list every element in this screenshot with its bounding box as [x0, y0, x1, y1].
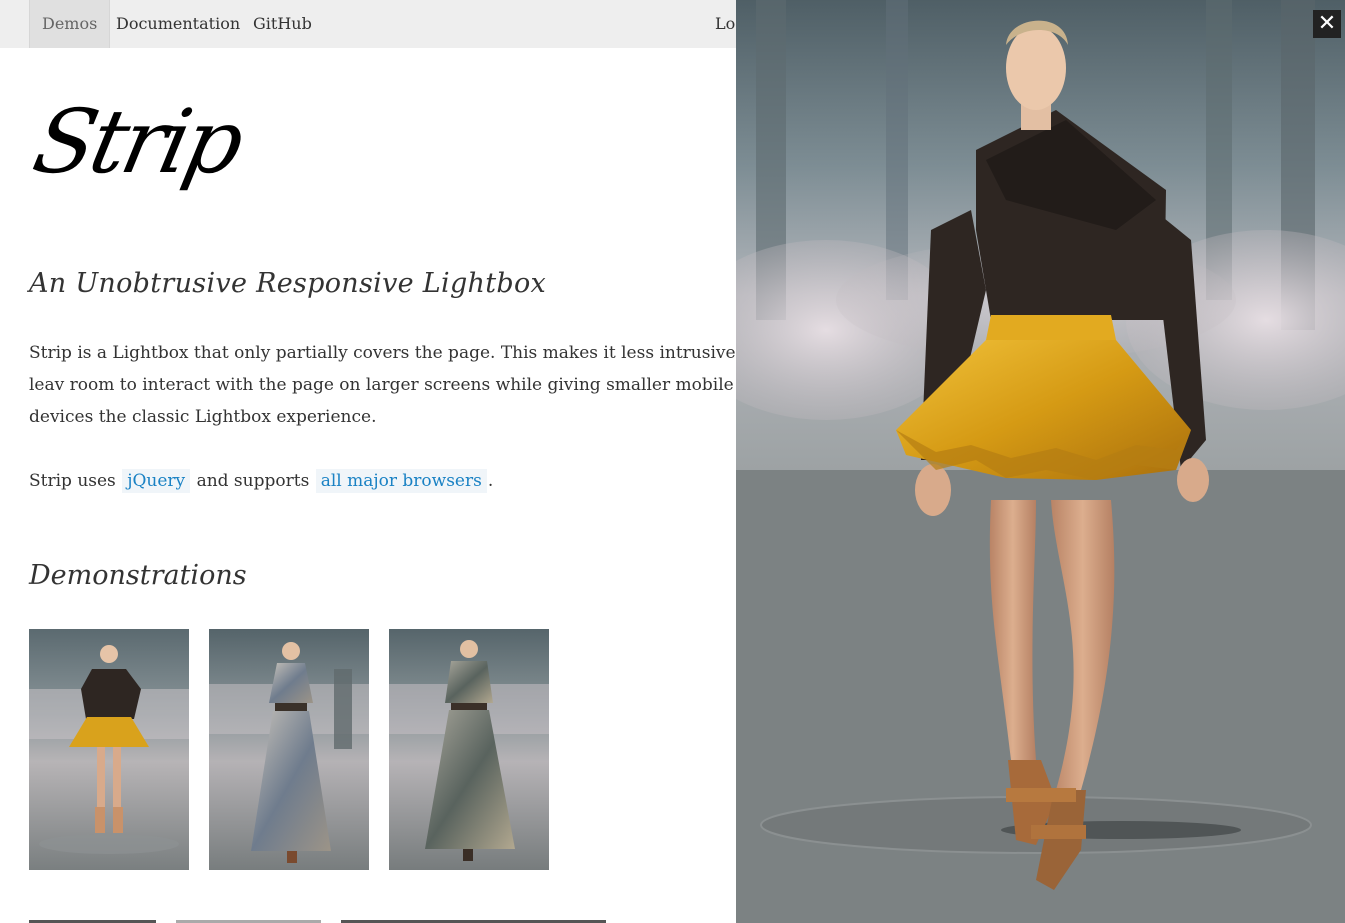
demonstrations-heading: Demonstrations — [29, 560, 247, 591]
lightbox-panel — [736, 0, 1345, 923]
close-icon: ✕ — [1317, 11, 1337, 36]
uses-suffix: . — [487, 471, 494, 491]
page-subtitle: An Unobtrusive Responsive Lightbox — [29, 268, 547, 299]
intro-paragraph: Strip is a Lightbox that only partially … — [29, 343, 773, 427]
lightbox-image — [736, 0, 1345, 923]
nav-github[interactable]: GitHub — [241, 0, 324, 48]
nav-documentation[interactable]: Documentation — [104, 0, 252, 48]
page: Demos Documentation GitHub Log Strip An … — [0, 0, 1345, 923]
jquery-link[interactable]: jQuery — [122, 469, 191, 493]
close-button[interactable]: ✕ — [1313, 10, 1341, 38]
thumbnail-3-image — [389, 629, 549, 870]
thumbnail-yellow-skirt[interactable] — [29, 629, 189, 870]
uses-middle: and supports — [196, 471, 310, 491]
thumbnail-1-image — [29, 629, 189, 870]
thumbnail-printed-dress[interactable] — [389, 629, 549, 870]
thumbnail-printed-gown[interactable] — [209, 629, 369, 870]
nav-demos[interactable]: Demos — [29, 0, 111, 48]
strip-logo: Strip — [25, 90, 250, 193]
uses-prefix: Strip uses — [29, 471, 116, 491]
browsers-link[interactable]: all major browsers — [315, 469, 487, 493]
dependencies-line: Strip uses jQuery and supports all major… — [29, 465, 493, 497]
thumbnail-2-image — [209, 629, 369, 870]
